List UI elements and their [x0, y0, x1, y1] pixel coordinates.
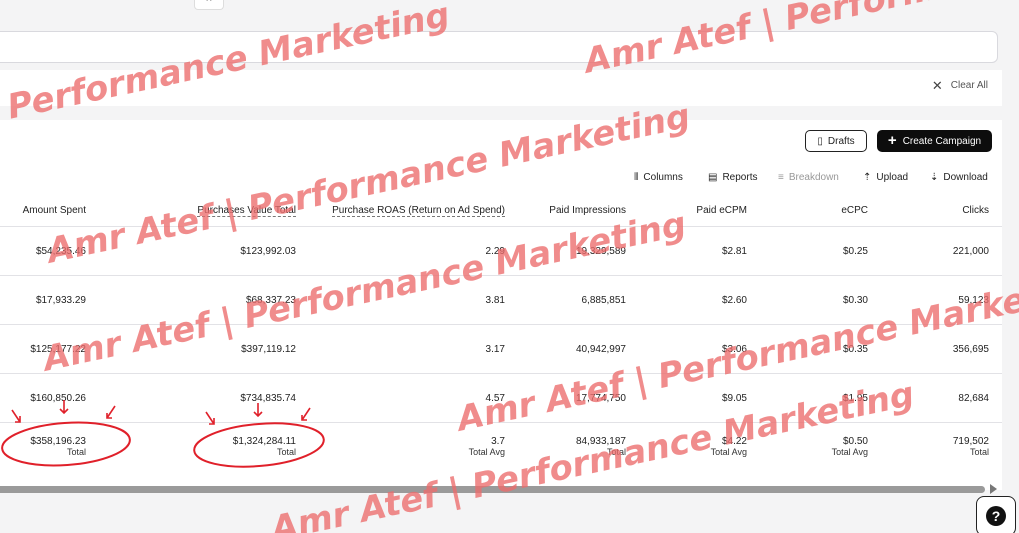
total-paid-impressions: 84,933,187 Total [575, 436, 626, 457]
cell-clicks: 82,684 [958, 393, 989, 404]
drafts-icon: ▯ [817, 135, 823, 147]
scroll-right-arrow-icon[interactable] [990, 484, 997, 494]
close-icon: × [206, 0, 212, 5]
table-toolbar: ⦀ Columns ▤ Reports ≡ Breakdown ⇡ Upload… [0, 172, 1002, 188]
search-input[interactable] [0, 31, 998, 63]
total-purchases-value: $1,324,284.11 Total [232, 436, 296, 457]
cell-purchases-value-total: $397,119.12 [241, 344, 296, 355]
cell-clicks: 221,000 [952, 246, 989, 257]
upload-button[interactable]: ⇡ Upload [863, 172, 908, 183]
totals-row: $358,196.23 Total $1,324,284.11 Total 3.7 T… [0, 423, 1002, 473]
breakdown-label: Breakdown [788, 172, 839, 183]
reports-button[interactable]: ▤ Reports [708, 172, 757, 183]
cell-amount-spent: $125,177.22 [30, 344, 86, 355]
header-purchases-value-total[interactable]: Purchases Value Total [197, 205, 296, 217]
cell-purchase-roas: 4.57 [485, 393, 505, 404]
reports-label: Reports [722, 172, 758, 183]
create-campaign-label: Create Campaign [902, 135, 982, 147]
clear-all-label: Clear All [950, 80, 988, 91]
cell-paid-impressions: 6,885,851 [581, 295, 627, 306]
filter-bar: ✕ Clear All [0, 70, 1002, 106]
cell-paid-impressions: 19,329,589 [575, 246, 626, 257]
columns-icon: ⦀ [634, 172, 639, 183]
cell-amount-spent: $160,850.26 [30, 393, 86, 404]
download-icon: ⇣ [930, 172, 939, 183]
cell-paid-ecpm: $2.81 [721, 246, 747, 257]
drafts-label: Drafts [827, 135, 855, 147]
drafts-button[interactable]: ▯ Drafts [805, 130, 867, 152]
close-icon: ✕ [931, 77, 943, 93]
table-header-row: Amount Spent Purchases Value Total Purch… [0, 195, 1002, 227]
cell-amount-spent: $17,933.29 [35, 295, 86, 306]
header-paid-impressions[interactable]: Paid Impressions [549, 205, 626, 216]
cell-ecpc: $0.35 [842, 344, 868, 355]
cell-ecpc: $1.95 [842, 393, 868, 404]
download-label: Download [943, 172, 988, 183]
table-row[interactable]: $125,177.22 $397,119.12 3.17 40,942,997 … [0, 325, 1002, 374]
clear-all-button[interactable]: ✕ Clear All [931, 77, 988, 93]
table-row[interactable]: $160,850.26 $734,835.74 4.57 17,774,750 … [0, 374, 1002, 423]
top-close-button[interactable]: × [194, 0, 224, 10]
columns-button[interactable]: ⦀ Columns [634, 172, 683, 183]
columns-label: Columns [643, 172, 683, 183]
cell-paid-ecpm: $9.05 [721, 393, 747, 404]
filter-lines-icon: ≡ [778, 172, 784, 183]
horizontal-scrollbar[interactable] [0, 486, 985, 493]
breakdown-button[interactable]: ≡ Breakdown [778, 172, 839, 183]
header-paid-ecpm[interactable]: Paid eCPM [696, 205, 747, 216]
ads-manager-screen: × ✕ Clear All ▯ Drafts + Create Campaign… [0, 0, 1019, 533]
total-clicks: 719,502 Total [952, 436, 989, 457]
cell-clicks: 356,695 [952, 344, 989, 355]
cell-clicks: 59,123 [958, 295, 989, 306]
total-ecpc: $0.50 Total Avg [831, 436, 868, 457]
download-button[interactable]: ⇣ Download [930, 172, 988, 183]
cell-purchases-value-total: $123,992.03 [240, 246, 296, 257]
header-clicks[interactable]: Clicks [962, 205, 989, 216]
question-icon: ? [986, 506, 1006, 526]
header-ecpc[interactable]: eCPC [841, 205, 868, 216]
cell-purchase-roas: 2.29 [485, 246, 505, 257]
cell-purchases-value-total: $68,337.23 [245, 295, 296, 306]
reports-icon: ▤ [708, 172, 718, 183]
create-campaign-button[interactable]: + Create Campaign [877, 130, 992, 152]
cell-paid-impressions: 17,774,750 [575, 393, 626, 404]
cell-paid-impressions: 40,942,997 [575, 344, 626, 355]
table-row[interactable]: $17,933.29 $68,337.23 3.81 6,885,851 $2.… [0, 276, 1002, 325]
header-purchase-roas[interactable]: Purchase ROAS (Return on Ad Spend) [332, 205, 505, 217]
cell-purchases-value-total: $734,835.74 [240, 393, 296, 404]
cell-ecpc: $0.30 [842, 295, 868, 306]
cell-paid-ecpm: $2.60 [721, 295, 747, 306]
header-amount-spent[interactable]: Amount Spent [23, 205, 86, 216]
plus-icon: + [887, 132, 897, 149]
cell-purchase-roas: 3.81 [485, 295, 505, 306]
total-paid-ecpm: $4.22 Total Avg [710, 436, 747, 457]
total-purchase-roas: 3.7 Total Avg [468, 436, 505, 457]
cell-paid-ecpm: $3.06 [721, 344, 747, 355]
upload-label: Upload [876, 172, 909, 183]
cell-amount-spent: $54,235.46 [35, 246, 86, 257]
watermark-text: Performance Marketing [3, 0, 454, 128]
help-button[interactable]: ? [976, 496, 1016, 533]
cell-ecpc: $0.25 [842, 246, 868, 257]
upload-icon: ⇡ [863, 172, 872, 183]
table-row[interactable]: $54,235.46 $123,992.03 2.29 19,329,589 $… [0, 227, 1002, 276]
total-amount-spent: $358,196.23 Total [30, 436, 86, 457]
cell-purchase-roas: 3.17 [485, 344, 505, 355]
